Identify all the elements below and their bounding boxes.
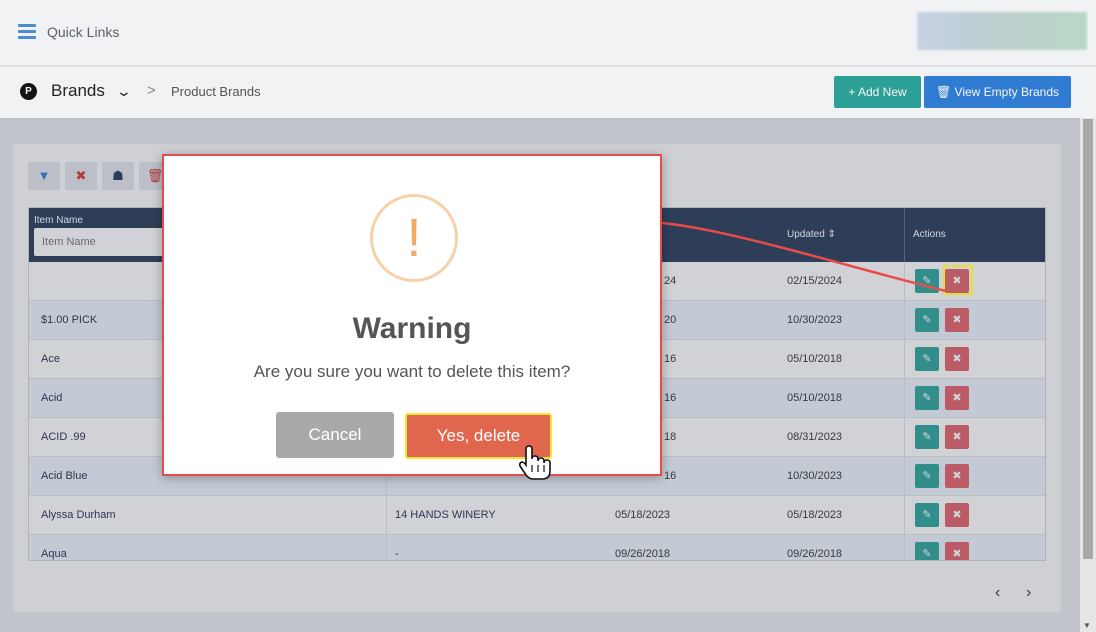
page-scrollbar[interactable]: ▼ [1080, 119, 1096, 632]
modal-backdrop-top [0, 0, 1096, 118]
dialog-title: Warning [352, 312, 472, 345]
scrollbar-thumb[interactable] [1083, 119, 1093, 559]
warning-exclamation-icon: ! [370, 194, 458, 282]
highlighted-delete-outline [943, 265, 973, 295]
cancel-button[interactable]: Cancel [276, 412, 394, 458]
hand-pointer-icon [518, 445, 551, 480]
scroll-down-arrow-icon[interactable]: ▼ [1083, 621, 1091, 630]
warning-dialog: ! Warning Are you sure you want to delet… [162, 154, 662, 476]
dialog-message: Are you sure you want to delete this ite… [253, 362, 571, 381]
